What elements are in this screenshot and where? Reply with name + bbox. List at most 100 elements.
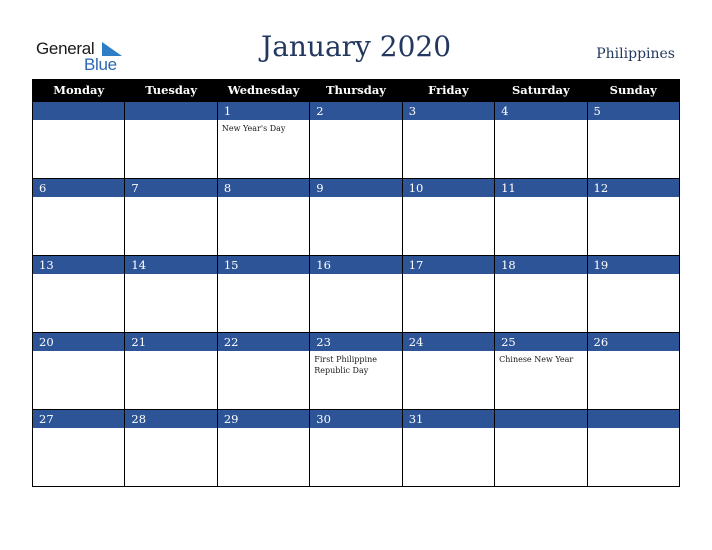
week-row: 1 New Year's Day 2 3 4 5 bbox=[31, 101, 681, 179]
holiday-label bbox=[588, 428, 679, 431]
day-cell[interactable] bbox=[494, 409, 588, 487]
holiday-label bbox=[310, 197, 401, 200]
holiday-label bbox=[403, 428, 494, 431]
weekday-header: Thursday bbox=[309, 79, 403, 102]
day-cell[interactable] bbox=[586, 409, 681, 487]
holiday-label bbox=[588, 197, 679, 200]
holiday-label bbox=[218, 428, 309, 431]
holiday-label bbox=[33, 274, 124, 277]
day-cell[interactable]: 11 bbox=[494, 178, 588, 256]
day-cell[interactable]: 5 bbox=[586, 101, 681, 179]
holiday-label bbox=[588, 274, 679, 277]
day-cell[interactable]: 22 bbox=[216, 332, 311, 410]
day-cell[interactable]: 25 Chinese New Year bbox=[494, 332, 588, 410]
holiday-label bbox=[403, 274, 494, 277]
weekday-header: Wednesday bbox=[216, 79, 311, 102]
day-cell[interactable]: 14 bbox=[124, 255, 218, 333]
day-number: 31 bbox=[402, 410, 495, 428]
day-cell[interactable] bbox=[31, 101, 126, 179]
day-number: 13 bbox=[33, 256, 125, 274]
day-number: 5 bbox=[587, 102, 679, 120]
day-number: 21 bbox=[125, 333, 217, 351]
holiday-label bbox=[588, 120, 679, 123]
holiday-label bbox=[33, 428, 124, 431]
day-number: 30 bbox=[310, 410, 402, 428]
day-cell[interactable]: 21 bbox=[124, 332, 218, 410]
weekday-header: Friday bbox=[401, 79, 496, 102]
country-label: Philippines bbox=[596, 46, 675, 62]
day-number: 10 bbox=[402, 179, 495, 197]
day-number bbox=[495, 410, 587, 428]
day-number: 2 bbox=[310, 102, 402, 120]
day-number: 8 bbox=[217, 179, 310, 197]
holiday-label bbox=[33, 197, 124, 200]
day-number: 6 bbox=[33, 179, 125, 197]
day-number: 3 bbox=[402, 102, 495, 120]
day-cell[interactable]: 9 bbox=[309, 178, 403, 256]
day-cell[interactable]: 30 bbox=[309, 409, 403, 487]
day-number: 29 bbox=[217, 410, 310, 428]
day-cell[interactable]: 10 bbox=[401, 178, 496, 256]
day-cell[interactable]: 15 bbox=[216, 255, 311, 333]
day-cell[interactable]: 7 bbox=[124, 178, 218, 256]
day-number: 19 bbox=[587, 256, 679, 274]
day-number: 14 bbox=[125, 256, 217, 274]
day-number: 12 bbox=[587, 179, 679, 197]
weekday-header: Sunday bbox=[586, 79, 681, 102]
holiday-label bbox=[403, 197, 494, 200]
day-number: 15 bbox=[217, 256, 310, 274]
day-cell[interactable]: 27 bbox=[31, 409, 126, 487]
day-cell[interactable]: 24 bbox=[401, 332, 496, 410]
day-number: 9 bbox=[310, 179, 402, 197]
day-number: 25 bbox=[495, 333, 587, 351]
holiday-label bbox=[310, 274, 401, 277]
day-number: 28 bbox=[125, 410, 217, 428]
day-cell[interactable]: 16 bbox=[309, 255, 403, 333]
day-number bbox=[33, 102, 125, 120]
day-cell[interactable]: 28 bbox=[124, 409, 218, 487]
holiday-label bbox=[310, 120, 401, 123]
holiday-label bbox=[125, 351, 216, 354]
day-number: 7 bbox=[125, 179, 217, 197]
day-number: 23 bbox=[310, 333, 402, 351]
holiday-label bbox=[33, 120, 124, 123]
day-cell[interactable]: 8 bbox=[216, 178, 311, 256]
day-cell[interactable]: 12 bbox=[586, 178, 681, 256]
holiday-label bbox=[495, 120, 586, 123]
holiday-label: Chinese New Year bbox=[499, 355, 574, 364]
day-cell[interactable]: 19 bbox=[586, 255, 681, 333]
day-number: 27 bbox=[33, 410, 125, 428]
day-number bbox=[587, 410, 679, 428]
day-cell[interactable]: 4 bbox=[494, 101, 588, 179]
week-row: 6 7 8 9 10 11 12 bbox=[31, 178, 681, 256]
day-cell[interactable]: 23 First Philippine Republic Day bbox=[309, 332, 403, 410]
holiday-label bbox=[310, 428, 401, 431]
day-cell[interactable]: 13 bbox=[31, 255, 126, 333]
day-cell[interactable]: 20 bbox=[31, 332, 126, 410]
day-cell[interactable]: 18 bbox=[494, 255, 588, 333]
holiday-label bbox=[125, 197, 216, 200]
weekday-header-row: Monday Tuesday Wednesday Thursday Friday… bbox=[31, 79, 681, 102]
day-number: 20 bbox=[33, 333, 125, 351]
week-row: 13 14 15 16 17 18 19 bbox=[31, 255, 681, 333]
week-row: 27 28 29 30 31 bbox=[31, 409, 681, 487]
day-cell[interactable] bbox=[124, 101, 218, 179]
day-number: 11 bbox=[495, 179, 587, 197]
day-cell[interactable]: 29 bbox=[216, 409, 311, 487]
weekday-header: Tuesday bbox=[124, 79, 218, 102]
day-number: 26 bbox=[587, 333, 679, 351]
day-cell[interactable]: 17 bbox=[401, 255, 496, 333]
holiday-label bbox=[125, 120, 216, 123]
day-cell[interactable]: 2 bbox=[309, 101, 403, 179]
holiday-label bbox=[495, 428, 586, 431]
calendar-grid: Monday Tuesday Wednesday Thursday Friday… bbox=[31, 79, 681, 487]
day-cell[interactable]: 1 New Year's Day bbox=[216, 101, 311, 179]
day-cell[interactable]: 26 bbox=[586, 332, 681, 410]
day-number: 1 bbox=[217, 102, 310, 120]
weekday-header: Saturday bbox=[494, 79, 588, 102]
day-cell[interactable]: 3 bbox=[401, 101, 496, 179]
day-cell[interactable]: 31 bbox=[401, 409, 496, 487]
day-number: 24 bbox=[402, 333, 495, 351]
week-row: 20 21 22 23 First Philippine Republic Day 24 2… bbox=[31, 332, 681, 410]
day-cell[interactable]: 6 bbox=[31, 178, 126, 256]
